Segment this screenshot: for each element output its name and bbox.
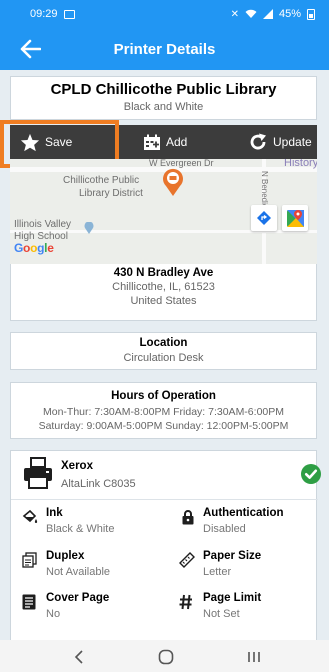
- mute-icon: ✕: [230, 8, 239, 20]
- feature-label: Page Limit: [203, 592, 262, 604]
- feature-label: Paper Size: [203, 550, 262, 562]
- lock-icon: [182, 510, 194, 525]
- open-maps-button[interactable]: [282, 205, 308, 231]
- map-poi-label: Library District: [79, 188, 143, 199]
- printer-icon: [24, 457, 52, 489]
- nav-recents-button[interactable]: [243, 646, 265, 668]
- refresh-icon: [250, 133, 266, 150]
- location-map[interactable]: W Evergreen Dr N Benedict History Chilli…: [10, 159, 317, 264]
- divider: [11, 499, 318, 500]
- google-logo[interactable]: Google: [14, 241, 54, 255]
- calendar-add-icon: [144, 134, 160, 150]
- address-street: 430 N Bradley Ave: [113, 267, 214, 279]
- gallery-notification-icon: [63, 9, 75, 19]
- nav-back-button[interactable]: [68, 646, 90, 668]
- address-card: 430 N Bradley Ave Chillicothe, IL, 61523…: [10, 264, 317, 321]
- content-area: CPLD Chillicothe Public Library Black an…: [0, 70, 329, 640]
- hours-heading: Hours of Operation: [111, 390, 216, 402]
- feature-label: Ink: [46, 507, 63, 519]
- feature-label: Cover Page: [46, 592, 110, 604]
- chevron-left-icon: [74, 650, 83, 664]
- feature-value: Disabled: [203, 523, 246, 535]
- feature-value: Not Available: [46, 566, 111, 578]
- directions-button[interactable]: [251, 205, 277, 231]
- document-icon: [22, 594, 36, 610]
- ink-drop-icon: [22, 509, 38, 523]
- printer-make: Xerox: [61, 460, 93, 472]
- address-country: United States: [130, 295, 197, 307]
- page-title: Printer Details: [113, 40, 216, 58]
- map-school-label: Illinois Valley: [14, 219, 72, 230]
- feature-value: No: [46, 608, 61, 620]
- check-circle-icon: [301, 464, 321, 484]
- update-label: Update: [273, 135, 312, 149]
- feature-value: Not Set: [203, 608, 240, 620]
- recents-icon: [248, 652, 260, 662]
- nav-home-button[interactable]: [155, 646, 177, 668]
- map-history-label: History: [284, 159, 317, 169]
- feature-value: Letter: [203, 566, 232, 578]
- feature-value: Black & White: [46, 523, 115, 535]
- printer-name-card: CPLD Chillicothe Public Library Black an…: [10, 76, 317, 120]
- address-city: Chillicothe, IL, 61523: [112, 281, 215, 293]
- home-circle-icon: [158, 649, 174, 665]
- update-button[interactable]: Update: [248, 125, 312, 159]
- map-pin-icon[interactable]: [161, 167, 185, 197]
- directions-icon: [257, 211, 271, 225]
- save-label: Save: [45, 135, 73, 149]
- feature-label: Duplex: [46, 550, 85, 562]
- map-poi-label: Chillicothe Public: [63, 175, 140, 186]
- location-value: Circulation Desk: [123, 352, 204, 364]
- printer-model: AltaLink C8035: [61, 478, 136, 490]
- map-place-icon: [84, 222, 94, 234]
- star-icon: [20, 133, 40, 151]
- add-button[interactable]: Add: [143, 125, 187, 159]
- location-card: Location Circulation Desk: [10, 332, 317, 370]
- hours-card: Hours of Operation Mon-Thur: 7:30AM-8:00…: [10, 382, 317, 439]
- action-toolbar: Save Add Update: [10, 125, 317, 159]
- feature-label: Authentication: [203, 507, 284, 519]
- google-maps-icon: [286, 209, 304, 227]
- printer-info-card: Xerox AltaLink C8035 Ink Black & White A…: [10, 450, 321, 640]
- status-time: 09:29: [30, 8, 58, 20]
- printer-color-mode: Black and White: [123, 101, 204, 113]
- battery-level: 45%: [278, 8, 301, 20]
- system-navigation-bar: [0, 640, 329, 672]
- status-bar: 09:29 ✕ 45%: [0, 0, 329, 28]
- printer-name: CPLD Chillicothe Public Library: [50, 81, 277, 98]
- wifi-icon: [245, 9, 257, 18]
- signal-icon: [262, 9, 273, 19]
- hours-line: Mon-Thur: 7:30AM-8:00PM Friday: 7:30AM-6…: [42, 406, 284, 418]
- hours-line: Saturday: 9:00AM-5:00PM Sunday: 12:00PM-…: [38, 420, 289, 432]
- battery-icon: [307, 8, 315, 20]
- app-bar: Printer Details: [0, 28, 329, 70]
- save-button[interactable]: Save: [20, 125, 72, 159]
- back-button[interactable]: [16, 36, 44, 62]
- add-label: Add: [166, 135, 188, 149]
- location-heading: Location: [139, 337, 188, 349]
- ruler-icon: [179, 552, 195, 568]
- arrow-left-icon: [20, 39, 41, 59]
- duplex-icon: [22, 552, 37, 568]
- hash-icon: [179, 594, 192, 610]
